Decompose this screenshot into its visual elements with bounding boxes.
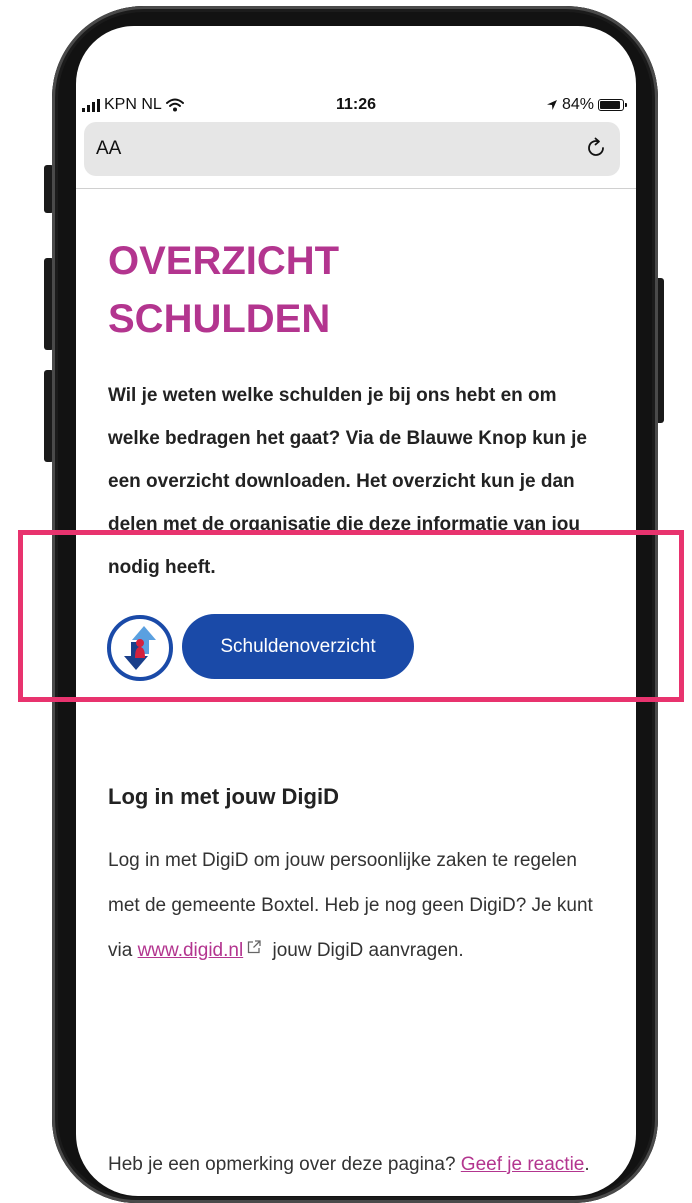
intro-text: Wil je weten welke schulden je bij ons h… <box>108 385 587 578</box>
blauwe-knop-logo[interactable] <box>106 614 174 682</box>
digid-link[interactable]: www.digid.nl <box>138 940 244 961</box>
phone-screen: KPN NL 11:26 84% AA OVERZICHT SCHULDEN W… <box>76 26 636 1196</box>
feedback-end: . <box>584 1154 590 1175</box>
page-title: OVERZICHT SCHULDEN <box>108 232 578 348</box>
feedback-link[interactable]: Geef je reactie <box>461 1154 585 1175</box>
digid-heading: Log in met jouw DigiD <box>108 784 339 809</box>
page-title-line2: SCHULDEN <box>108 297 331 341</box>
battery-icon <box>598 99 627 111</box>
feedback-question: Heb je een opmerking over deze pagina? <box>108 1154 461 1175</box>
location-arrow-icon <box>546 100 557 110</box>
status-bar: KPN NL 11:26 84% <box>76 90 636 120</box>
text-size-button[interactable]: AA <box>96 138 121 160</box>
external-link-icon <box>248 940 261 954</box>
digid-text-after: jouw DigiD aanvragen. <box>267 940 464 961</box>
status-right-group: 84% <box>546 96 627 114</box>
schuldenoverzicht-button[interactable]: Schuldenoverzicht <box>182 614 414 679</box>
toolbar-divider <box>76 188 636 189</box>
page-title-line1: OVERZICHT <box>108 239 340 283</box>
feedback-text: Heb je een opmerking over deze pagina? G… <box>108 1142 608 1187</box>
address-bar[interactable]: AA <box>84 122 620 176</box>
text-size-label: AA <box>96 138 122 159</box>
digid-text: Log in met DigiD om jouw persoonlijke za… <box>108 838 608 973</box>
reload-icon[interactable] <box>584 136 608 160</box>
battery-percentage: 84% <box>561 96 594 113</box>
